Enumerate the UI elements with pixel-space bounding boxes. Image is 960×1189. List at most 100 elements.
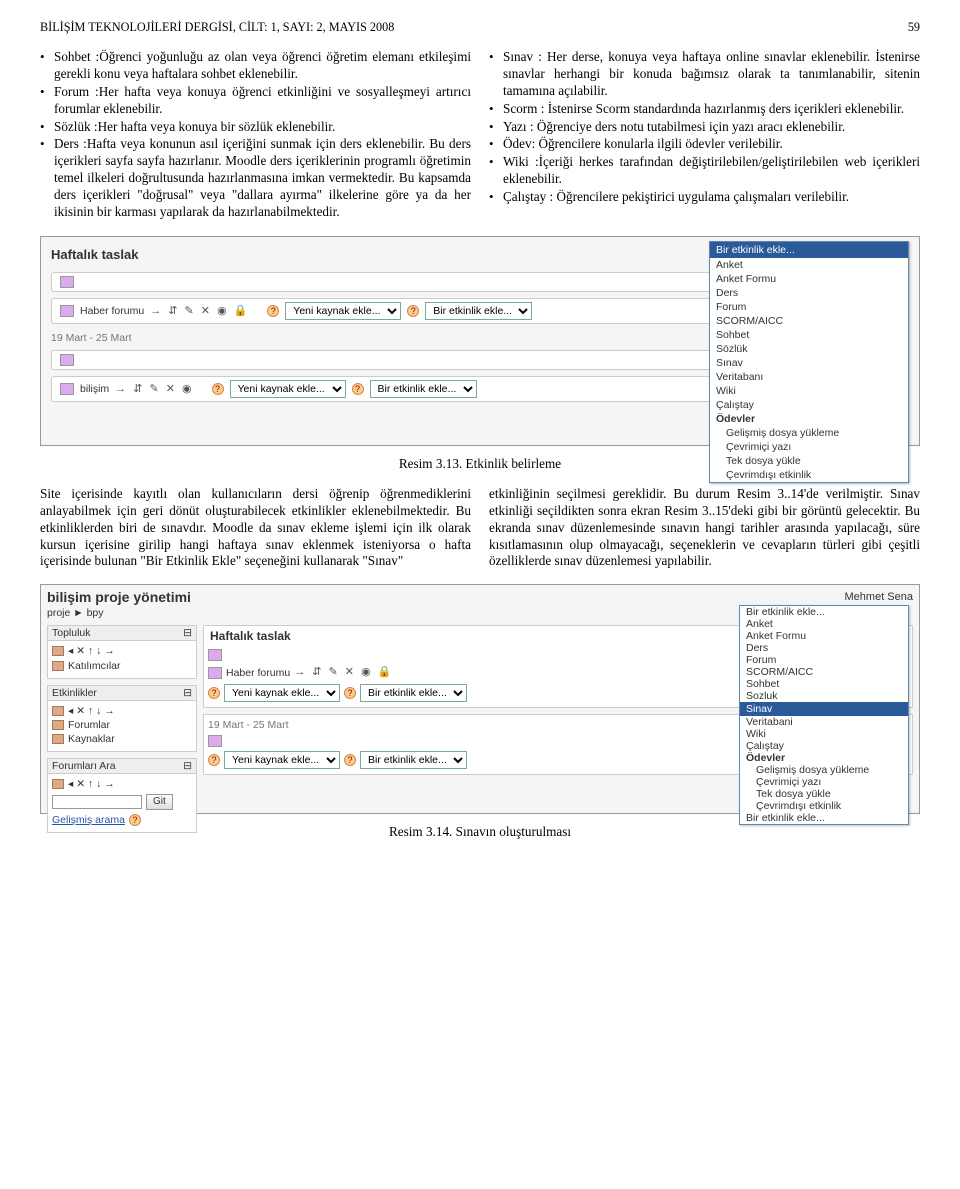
select-kaynak-2[interactable]: Yeni kaynak ekle... <box>224 751 340 769</box>
bullet-text: Çalıştay : Öğrencilere pekiştirici uygul… <box>503 189 920 206</box>
edit-icon[interactable] <box>60 354 74 366</box>
dropdown-item[interactable]: SCORM/AICC <box>740 666 908 678</box>
bullet-text: Scorm : İstenirse Scorm standardında haz… <box>503 101 920 118</box>
git-button[interactable]: Git <box>146 794 173 810</box>
bullet: Ders :Hafta veya konunun asıl içeriğini … <box>40 136 471 220</box>
select-etkinlik[interactable]: Bir etkinlik ekle... <box>360 684 467 702</box>
dropdown-sub[interactable]: Çevrimiçi yazı <box>710 440 908 454</box>
help-icon[interactable]: ? <box>344 754 356 766</box>
panel-action-icons[interactable]: ◂ ✕ ↑ ↓ → <box>52 777 192 791</box>
help-icon[interactable]: ? <box>267 305 279 317</box>
collapse-icon[interactable]: ⊟ <box>183 627 192 639</box>
select-etkinlik-2[interactable]: Bir etkinlik ekle... <box>360 751 467 769</box>
collapse-icon[interactable]: ⊟ <box>183 687 192 699</box>
help-icon[interactable]: ? <box>208 687 220 699</box>
dropdown-item[interactable]: Sınav <box>710 356 908 370</box>
select-kaynak[interactable]: Yeni kaynak ekle... <box>224 684 340 702</box>
select-etkinlik-1[interactable]: Bir etkinlik ekle... <box>425 302 532 320</box>
forums-icon <box>52 720 64 730</box>
right-bullets: Sınav : Her derse, konuya veya haftaya o… <box>489 49 920 206</box>
help-icon[interactable]: ? <box>208 754 220 766</box>
select-etkinlik-2[interactable]: Bir etkinlik ekle... <box>370 380 477 398</box>
dropdown-item[interactable]: Sohbet <box>710 328 908 342</box>
left-bullets: Sohbet :Öğrenci yoğunluğu az olan veya ö… <box>40 49 471 221</box>
body-columns-mid: Site içerisinde kayıtlı olan kullanıcıla… <box>40 486 920 570</box>
dropdown-item[interactable]: Forum <box>710 300 908 314</box>
panel-topluluk: Topluluk⊟ ◂ ✕ ↑ ↓ → Katılımcılar <box>47 625 197 678</box>
dropdown-group: Ödevler <box>710 412 908 426</box>
figure-3-14: bilişim proje yönetimi Mehmet Sena proje… <box>40 584 920 814</box>
dropdown-item[interactable]: Ders <box>740 642 908 654</box>
dropdown-item[interactable]: Forum <box>740 654 908 666</box>
right-column: Sınav : Her derse, konuya veya haftaya o… <box>489 49 920 222</box>
help-icon[interactable]: ? <box>407 305 419 317</box>
sidebar-item-kaynaklar[interactable]: Kaynaklar <box>68 732 115 746</box>
select-kaynak-1[interactable]: Yeni kaynak ekle... <box>285 302 401 320</box>
page-number: 59 <box>908 20 920 35</box>
bilisim-label[interactable]: bilişim <box>80 383 109 395</box>
dropdown-item[interactable]: Bir etkinlik ekle... <box>740 606 908 618</box>
collapse-icon[interactable]: ⊟ <box>183 760 192 772</box>
row-action-icons[interactable]: → ⇵ ✎ ✕ ◉ 🔒 <box>150 304 249 317</box>
fig13-dropdown[interactable]: Bir etkinlik ekle... Anket Anket Formu D… <box>709 241 909 483</box>
panel-action-icons[interactable]: ◂ ✕ ↑ ↓ → <box>52 704 192 718</box>
user-name[interactable]: Mehmet Sena <box>845 591 913 603</box>
bullet-text: Sınav : Her derse, konuya veya haftaya o… <box>503 49 920 100</box>
dropdown-item[interactable]: Anket <box>710 258 908 272</box>
person-icon <box>52 661 64 671</box>
dropdown-item[interactable]: Sozluk <box>740 690 908 702</box>
dropdown-item[interactable]: Wiki <box>740 728 908 740</box>
haber-forumu-label[interactable]: Haber forumu <box>80 305 144 317</box>
edit-icon[interactable] <box>208 735 222 747</box>
dropdown-item[interactable]: Çalıştay <box>710 398 908 412</box>
bullet-text: Ders :Hafta veya konunun asıl içeriğini … <box>54 136 471 220</box>
bullet-text: Ödev: Öğrencilere konularla ilgili ödevl… <box>503 136 920 153</box>
edit-icon[interactable] <box>208 649 222 661</box>
dropdown-item[interactable]: Veritabani <box>740 716 908 728</box>
dropdown-sub[interactable]: Gelişmiş dosya yükleme <box>710 426 908 440</box>
bullet: Scorm : İstenirse Scorm standardında haz… <box>489 101 920 118</box>
dropdown-item[interactable]: Anket Formu <box>710 272 908 286</box>
dropdown-item[interactable]: Çalıştay <box>740 740 908 752</box>
dropdown-item[interactable]: Anket <box>740 618 908 630</box>
dropdown-group: Ödevler <box>740 752 908 764</box>
dropdown-item[interactable]: Sohbet <box>740 678 908 690</box>
row-action-icons[interactable]: → ⇵ ✎ ✕ ◉ 🔒 <box>294 665 393 680</box>
journal-title: BİLİŞİM TEKNOLOJİLERİ DERGİSİ, CİLT: 1, … <box>40 20 394 35</box>
advanced-search-link[interactable]: Gelişmiş arama <box>52 813 125 827</box>
panel-action-icons[interactable]: ◂ ✕ ↑ ↓ → <box>52 644 192 658</box>
dropdown-sub[interactable]: Tek dosya yükle <box>710 454 908 468</box>
dropdown-item[interactable]: Sözlük <box>710 342 908 356</box>
bullet: Wiki :İçeriği herkes tarafından değiştir… <box>489 154 920 188</box>
row-action-icons[interactable]: → ⇵ ✎ ✕ ◉ <box>115 382 193 395</box>
bullet: Sözlük :Her hafta veya konuya bir sözlük… <box>40 119 471 136</box>
sidebar-item-katilimcilar[interactable]: Katılımcılar <box>68 659 121 673</box>
dropdown-item-selected[interactable]: Sinav <box>740 702 908 716</box>
dropdown-item[interactable]: SCORM/AICC <box>710 314 908 328</box>
select-kaynak-2[interactable]: Yeni kaynak ekle... <box>230 380 346 398</box>
edit-icon[interactable] <box>60 276 74 288</box>
help-icon[interactable]: ? <box>344 687 356 699</box>
dropdown-item[interactable]: Anket Formu <box>740 630 908 642</box>
fig14-dropdown[interactable]: Bir etkinlik ekle... Anket Anket Formu D… <box>739 605 909 825</box>
dropdown-item[interactable]: Veritabanı <box>710 370 908 384</box>
dropdown-footer[interactable]: Bir etkinlik ekle... <box>740 812 908 824</box>
dropdown-sub[interactable]: Çevrimdışı etkinlik <box>740 800 908 812</box>
bullet: Çalıştay : Öğrencilere pekiştirici uygul… <box>489 189 920 206</box>
search-input[interactable] <box>52 795 142 809</box>
dropdown-sub[interactable]: Çevrimiçi yazı <box>740 776 908 788</box>
dropdown-sub[interactable]: Çevrimdışı etkinlik <box>710 468 908 482</box>
body-columns-top: Sohbet :Öğrenci yoğunluğu az olan veya ö… <box>40 49 920 222</box>
dropdown-sub[interactable]: Tek dosya yükle <box>740 788 908 800</box>
help-icon[interactable]: ? <box>129 814 141 826</box>
dropdown-item[interactable]: Ders <box>710 286 908 300</box>
dropdown-sub[interactable]: Gelişmiş dosya yükleme <box>740 764 908 776</box>
bullet-text: Forum :Her hafta veya konuya öğrenci etk… <box>54 84 471 118</box>
bullet: Ödev: Öğrencilere konularla ilgili ödevl… <box>489 136 920 153</box>
help-icon[interactable]: ? <box>352 383 364 395</box>
left-column: Sohbet :Öğrenci yoğunluğu az olan veya ö… <box>40 49 471 222</box>
help-icon[interactable]: ? <box>212 383 224 395</box>
sidebar-item-forumlar[interactable]: Forumlar <box>68 718 110 732</box>
haber-forumu-link[interactable]: Haber forumu <box>226 666 290 680</box>
dropdown-item[interactable]: Wiki <box>710 384 908 398</box>
